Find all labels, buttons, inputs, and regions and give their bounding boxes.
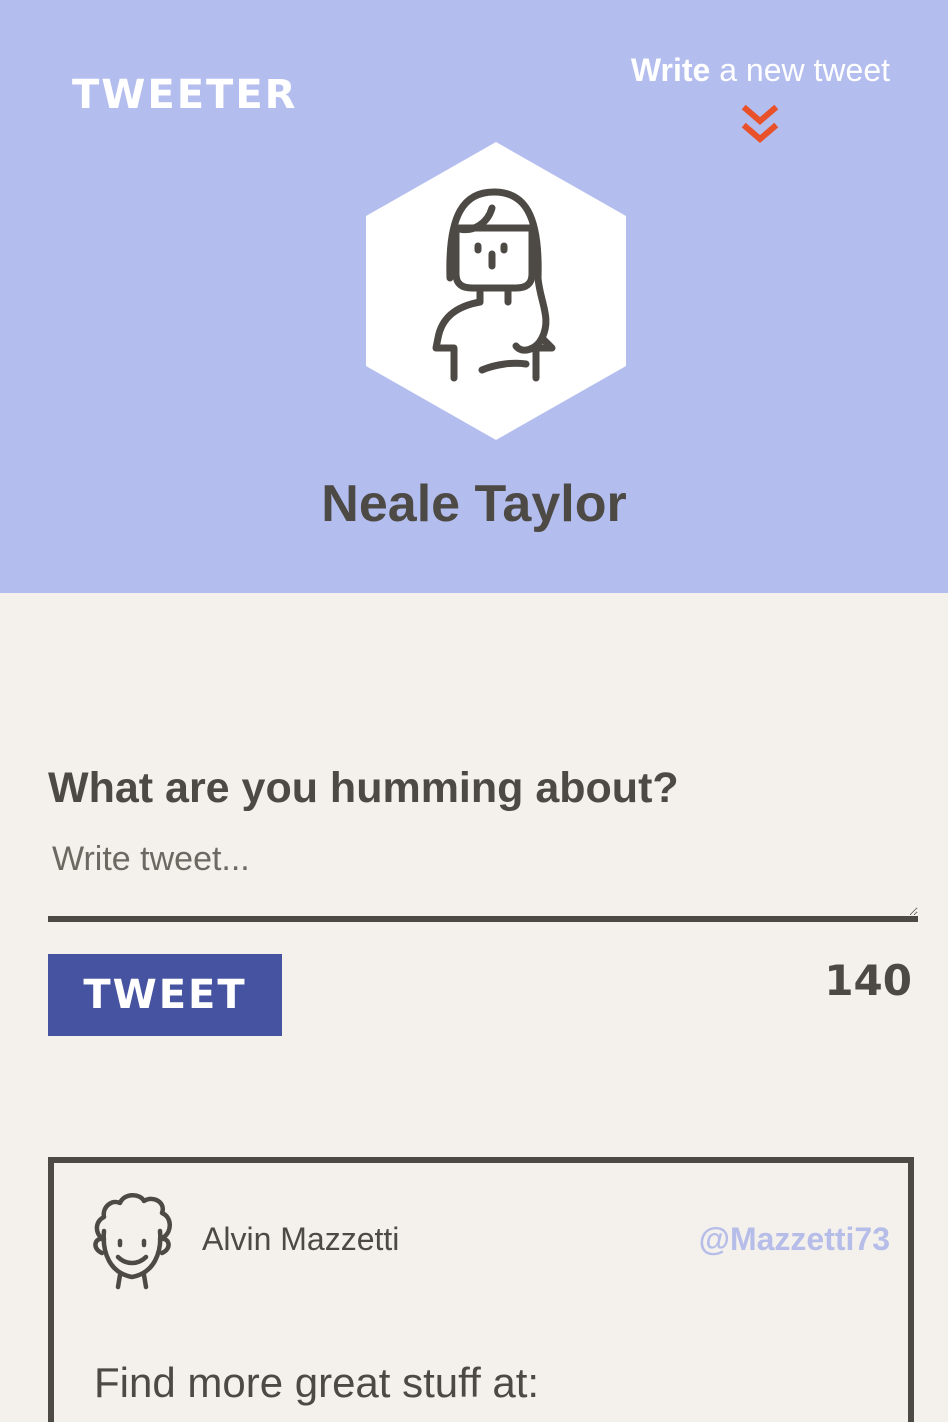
compose-title: What are you humming about? [48, 764, 679, 812]
profile-header: TWEETER Write a new tweet Neale Taylor [0, 0, 948, 593]
double-chevron-down-icon[interactable] [740, 103, 780, 147]
tweet-author-handle[interactable]: @Mazzetti73 [699, 1221, 890, 1258]
character-counter: 140 [824, 956, 912, 1005]
tweet-textarea[interactable] [48, 840, 918, 922]
profile-user-name: Neale Taylor [321, 475, 627, 533]
female-avatar-icon [366, 142, 626, 440]
tweet-author-name: Alvin Mazzetti [202, 1221, 400, 1257]
write-new-tweet-link[interactable]: Write a new tweet [631, 52, 890, 89]
write-link-rest: a new tweet [710, 52, 890, 88]
tweet-text: Find more great stuff at: [94, 1359, 540, 1406]
brand-logo[interactable]: TWEETER [72, 72, 297, 118]
write-link-strong: Write [630, 52, 711, 88]
tweet-button[interactable]: TWEET [48, 954, 282, 1036]
tweet-card: Alvin Mazzetti @Mazzetti73 Find more gre… [48, 1157, 914, 1422]
male-avatar-icon [93, 1193, 172, 1290]
page: TWEETER Write a new tweet Neale Taylor W… [0, 0, 948, 1422]
